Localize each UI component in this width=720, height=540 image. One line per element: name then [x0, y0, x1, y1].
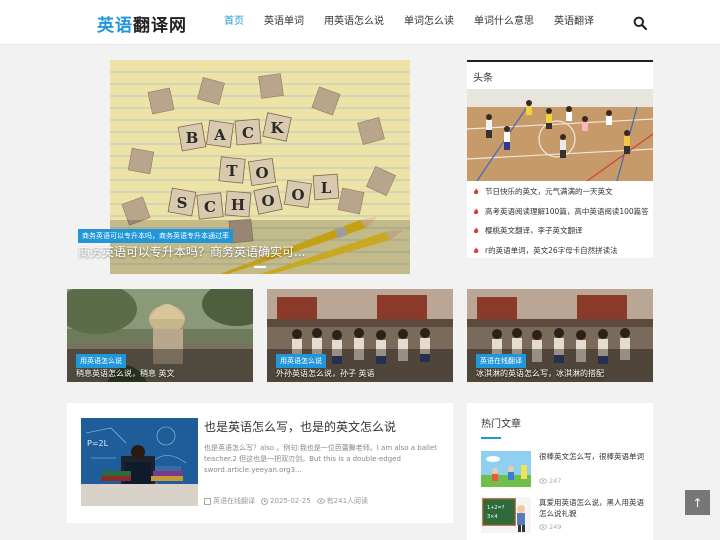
headline-item[interactable]: r的英语单词，英文26字母卡自然拼读法: [467, 241, 653, 261]
svg-text:C: C: [204, 198, 216, 216]
slider-indicator[interactable]: [254, 266, 266, 268]
article-views: 有241人阅读: [316, 496, 369, 506]
headline-item-title: 高考英语阅读理解100篇，高中英语阅读100篇答: [485, 206, 649, 216]
site-logo[interactable]: 英语翻译网: [97, 11, 187, 36]
eye-icon: [316, 498, 325, 504]
hot-article-item[interactable]: 1+2=? 3×4 真爱用英语怎么说，黑人用英语怎么说礼貌 249: [481, 497, 646, 533]
feature-card[interactable]: 英语在线翻译 冰淇淋的英语怎么写，冰淇淋的搭配: [467, 289, 653, 382]
flame-icon: [473, 246, 479, 253]
nav-item-how-to-say[interactable]: 用英语怎么说: [314, 0, 394, 45]
hot-article-item[interactable]: 很棒英文怎么写，很棒英语单词 247: [481, 451, 646, 487]
svg-text:P=2L: P=2L: [87, 439, 109, 448]
svg-text:C: C: [242, 124, 254, 142]
headline-item-title: 节日快乐的英文，元气满满的一天英文: [485, 187, 613, 197]
search-icon[interactable]: [633, 16, 647, 30]
svg-text:T: T: [226, 162, 238, 180]
headline-title: 头条: [473, 73, 493, 84]
nav-item-home[interactable]: 首页: [214, 0, 254, 45]
hot-article-thumbnail[interactable]: 1+2=? 3×4: [481, 497, 531, 533]
svg-text:O: O: [291, 186, 304, 204]
hot-article-views-count: 249: [549, 523, 562, 531]
flame-icon: [473, 207, 479, 214]
headline-image[interactable]: [467, 89, 653, 181]
article-views-label: 有241人阅读: [326, 497, 369, 505]
site-header: 英语翻译网 首页 英语单词 用英语怎么说 单词怎么读 单词什么意思 英语翻译: [0, 0, 720, 45]
article-date: 2025-02-25: [261, 496, 311, 506]
nav-item-english-words[interactable]: 英语单词: [254, 0, 314, 45]
svg-text:L: L: [321, 179, 332, 197]
svg-text:B: B: [186, 129, 199, 147]
article-thumbnail[interactable]: P=2L x²+y²: [81, 418, 198, 506]
logo-part-b: 翻译网: [133, 16, 187, 36]
hot-articles-panel: 热门文章 很棒英文怎么写，很棒英语单词 247 1+2=? 3×4 真爱用英语怎…: [467, 403, 653, 540]
svg-text:1+2=?: 1+2=?: [487, 505, 505, 511]
card-category-tag[interactable]: 用英语怎么说: [76, 354, 126, 368]
article-excerpt: 也是英语怎么写？also 。例句:我也是一位芭蕾舞老师。I am also a …: [204, 444, 437, 474]
title-underline: [481, 437, 501, 439]
nav-item-translation[interactable]: 英语翻译: [544, 0, 604, 45]
flame-icon: [473, 227, 479, 234]
article-title[interactable]: 也是英语怎么写，也是的英文怎么说: [204, 418, 396, 435]
card-category-tag[interactable]: 用英语怎么说: [276, 354, 326, 368]
svg-text:A: A: [213, 126, 226, 144]
svg-text:3×4: 3×4: [487, 514, 498, 520]
headline-picture: [467, 89, 653, 181]
hot-article-thumbnail[interactable]: [481, 451, 531, 487]
article-date-label: 2025-02-25: [270, 497, 311, 505]
headline-item-title: r的英语单词，英文26字母卡自然拼读法: [485, 245, 618, 255]
hot-article-picture: 1+2=? 3×4: [481, 497, 531, 533]
back-to-top-button[interactable]: ↑: [685, 490, 710, 515]
headline-item-title: 樱桃英文翻译，李子英文翻译: [485, 226, 583, 236]
logo-part-a: 英语: [97, 16, 133, 36]
svg-text:S: S: [177, 194, 188, 212]
hot-article-views: 247: [539, 477, 561, 485]
eye-icon: [539, 478, 547, 484]
svg-text:O: O: [255, 164, 268, 182]
headline-list: 节日快乐的英文，元气满满的一天英文 高考英语阅读理解100篇，高中英语阅读100…: [467, 182, 653, 260]
card-category-tag[interactable]: 英语在线翻译: [476, 354, 526, 368]
arrow-up-icon: ↑: [692, 495, 703, 510]
svg-text:H: H: [231, 196, 245, 214]
hot-article-picture: [481, 451, 531, 487]
card-title[interactable]: 外孙英语怎么说，孙子 英语: [276, 368, 375, 379]
article-category-label: 英语在线翻译: [213, 497, 255, 505]
flame-icon: [473, 188, 479, 195]
headline-item[interactable]: 樱桃英文翻译，李子英文翻译: [467, 221, 653, 241]
hot-articles-title: 热门文章: [481, 419, 521, 430]
hero-category-tag[interactable]: 商务英语可以专升本吗，商务英语专升本通过率: [78, 229, 233, 243]
main-nav: 首页 英语单词 用英语怎么说 单词怎么读 单词什么意思 英语翻译: [214, 0, 604, 45]
nav-item-how-to-read[interactable]: 单词怎么读: [394, 0, 464, 45]
feature-card[interactable]: 用英语怎么说 外孙英语怎么说，孙子 英语: [267, 289, 453, 382]
hot-article-views: 249: [539, 523, 561, 531]
article-category[interactable]: 英语在线翻译: [204, 496, 255, 506]
hot-article-title[interactable]: 真爱用英语怎么说，黑人用英语怎么说礼貌: [539, 497, 647, 519]
headline-item[interactable]: 高考英语阅读理解100篇，高中英语阅读100篇答: [467, 202, 653, 222]
headline-panel: 头条 节日快乐的英文，元气满满的一天英文 高考英语阅读理解100篇，高中英语阅读…: [467, 60, 653, 258]
hero-title[interactable]: 商务英语可以专升本吗？商务英语确实可...: [78, 243, 305, 260]
card-title[interactable]: 冰淇淋的英语怎么写，冰淇淋的搭配: [476, 368, 604, 379]
svg-text:O: O: [261, 192, 274, 210]
nav-item-word-meaning[interactable]: 单词什么意思: [464, 0, 544, 45]
category-icon: [204, 497, 211, 505]
clock-icon: [261, 497, 268, 505]
article-picture: P=2L x²+y²: [81, 418, 198, 506]
article-item: P=2L x²+y² 也是英语怎么写，也是的英文怎么说 也是英语怎么写？also…: [67, 403, 453, 523]
eye-icon: [539, 524, 547, 530]
hot-article-views-count: 247: [549, 477, 562, 485]
feature-card[interactable]: 用英语怎么说 稍息英语怎么说，稍息 英文: [67, 289, 253, 382]
headline-item[interactable]: 节日快乐的英文，元气满满的一天英文: [467, 182, 653, 202]
card-title[interactable]: 稍息英语怎么说，稍息 英文: [76, 368, 175, 379]
article-meta: 英语在线翻译 2025-02-25 有241人阅读: [204, 496, 368, 506]
hot-article-title[interactable]: 很棒英文怎么写，很棒英语单词: [539, 451, 647, 462]
svg-text:K: K: [270, 119, 284, 137]
